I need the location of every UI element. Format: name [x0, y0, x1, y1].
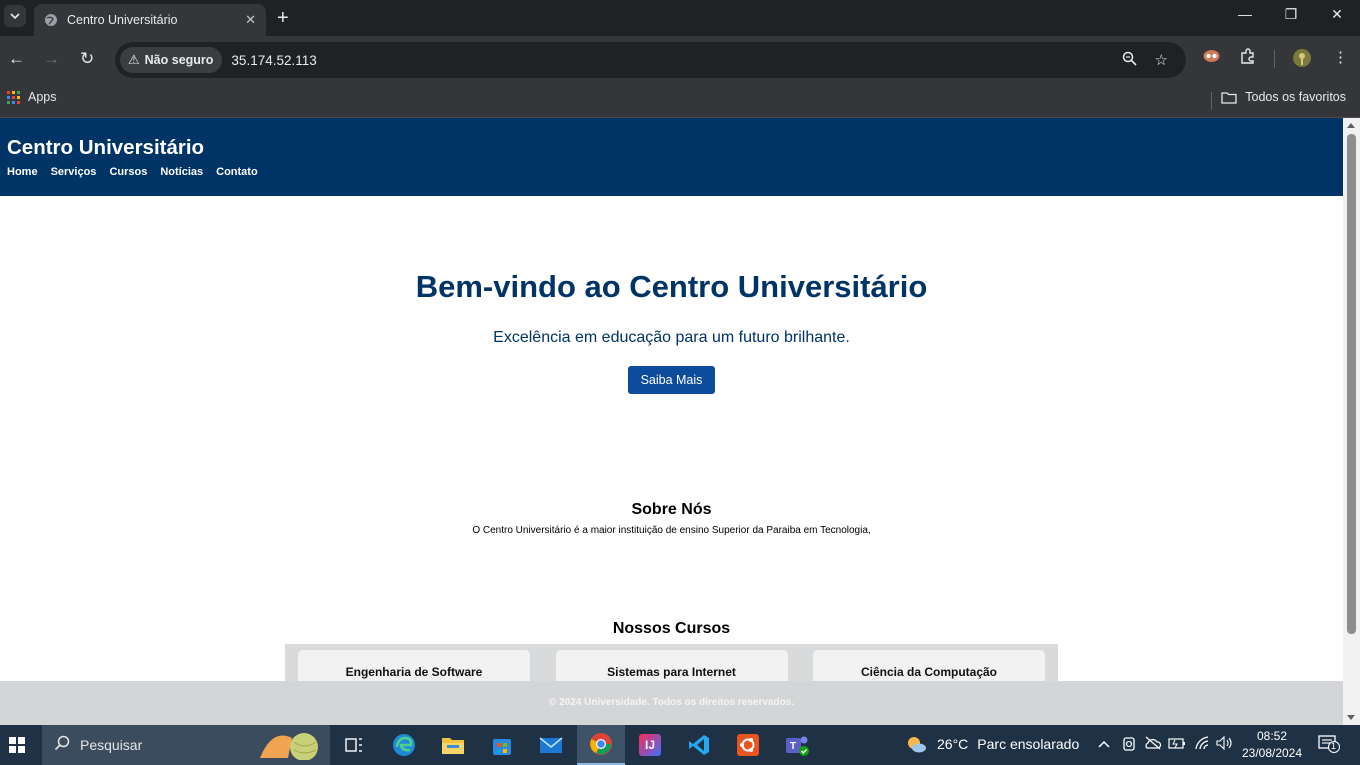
search-icon — [54, 735, 70, 755]
menu-kebab-icon[interactable]: ⋮ — [1333, 48, 1348, 66]
courses-heading: Nossos Cursos — [612, 620, 731, 637]
search-placeholder: Pesquisar — [80, 737, 143, 753]
chrome-icon — [590, 733, 612, 755]
site-header: Centro Universitário Home Serviços Curso… — [0, 118, 1343, 196]
clock-date: 23/08/2024 — [1241, 746, 1303, 760]
clock-time: 08:52 — [1256, 729, 1288, 743]
taskbar-vscode[interactable] — [675, 725, 723, 765]
folder-icon — [1221, 91, 1237, 104]
taskbar-teams[interactable]: T — [773, 725, 821, 765]
about-heading: Sobre Nós — [631, 501, 712, 518]
scroll-up-arrow-icon[interactable] — [1347, 123, 1355, 128]
taskbar-ubuntu[interactable] — [724, 725, 772, 765]
taskbar-file-explorer[interactable] — [429, 725, 477, 765]
taskbar-clock[interactable]: 08:52 23/08/2024 — [1238, 728, 1306, 762]
hero-subtitle: Excelência em educação para um futuro br… — [493, 329, 850, 346]
svg-text:T: T — [790, 741, 796, 752]
folder-icon — [442, 738, 464, 754]
nav-noticias[interactable]: Notícias — [160, 166, 203, 178]
partly-sunny-icon — [908, 737, 926, 753]
notification-icon[interactable]: 1 — [1318, 735, 1340, 757]
browser-tab[interactable]: Centro Universitário ✕ — [34, 4, 266, 36]
bookmarks-bar: Apps Todos os favoritos — [0, 84, 1360, 118]
hero-section: Bem-vindo ao Centro Universitário Excelê… — [0, 196, 1343, 394]
melon-highlight-icon — [260, 733, 318, 760]
taskbar-intellij[interactable]: IJ — [626, 725, 674, 765]
back-icon[interactable]: ← — [8, 49, 25, 69]
close-window-button[interactable]: ✕ — [1327, 6, 1347, 23]
chevron-up-icon[interactable] — [1098, 736, 1110, 751]
bookmarks-divider — [1211, 92, 1212, 110]
site-nav: Home Serviços Cursos Notícias Contato — [7, 166, 1336, 178]
start-button[interactable] — [9, 737, 25, 753]
browser-toolbar: ← → ↻ ⚠ Não seguro 35.174.52.113 ☆ ⋮ — [0, 36, 1360, 84]
forward-icon[interactable]: → — [43, 49, 60, 69]
meet-now-icon[interactable] — [1122, 736, 1136, 755]
task-view-icon — [345, 738, 362, 752]
tab-title: Centro Universitário — [67, 13, 178, 27]
taskbar-store[interactable] — [478, 725, 526, 765]
reload-icon[interactable]: ↻ — [80, 49, 94, 69]
saiba-mais-button[interactable]: Saiba Mais — [627, 366, 716, 394]
taskbar-edge[interactable] — [380, 725, 428, 765]
warning-icon: ⚠ — [128, 52, 140, 67]
avatar[interactable] — [1292, 48, 1312, 72]
taskbar-mail[interactable] — [527, 725, 575, 765]
url-text[interactable]: 35.174.52.113 — [231, 53, 1121, 68]
taskbar-chrome[interactable] — [577, 725, 625, 765]
weather-temp: 26°C — [937, 736, 969, 752]
about-section: Sobre Nós O Centro Universitário é a mai… — [0, 501, 1343, 536]
about-text: O Centro Universitário é a maior institu… — [472, 525, 871, 536]
nav-servicos[interactable]: Serviços — [51, 166, 97, 178]
address-bar[interactable]: ⚠ Não seguro 35.174.52.113 ☆ — [115, 42, 1186, 78]
windows-taskbar: Pesquisar IJ T 26°C Parc ensolarado 08:5… — [0, 725, 1360, 765]
task-view-button[interactable] — [330, 725, 378, 765]
wifi-icon[interactable] — [1194, 736, 1210, 753]
weather-desc: Parc ensolarado — [977, 736, 1080, 752]
all-bookmarks-label: Todos os favoritos — [1245, 90, 1346, 104]
mail-icon — [539, 737, 563, 753]
volume-icon[interactable] — [1216, 735, 1234, 753]
security-label: Não seguro — [144, 53, 214, 67]
zoom-icon[interactable] — [1122, 51, 1137, 70]
globe-icon — [45, 14, 57, 26]
nav-contato[interactable]: Contato — [216, 166, 258, 178]
battery-icon[interactable] — [1168, 736, 1186, 753]
page-viewport: Centro Universitário Home Serviços Curso… — [0, 118, 1343, 725]
vscode-icon — [689, 735, 709, 755]
bookmark-star-icon[interactable]: ☆ — [1155, 51, 1168, 69]
hero-heading: Bem-vindo ao Centro Universitário — [415, 269, 928, 304]
intellij-icon: IJ — [639, 734, 661, 756]
nav-home[interactable]: Home — [7, 166, 38, 178]
notification-count: 1 — [1331, 741, 1337, 751]
onedrive-paused-icon[interactable] — [1144, 736, 1162, 753]
site-footer: © 2024 Universidade. Todos os direitos r… — [0, 681, 1343, 725]
extensions-puzzle-icon[interactable] — [1240, 48, 1256, 68]
page-scrollbar[interactable] — [1343, 118, 1360, 725]
tab-close-icon[interactable]: ✕ — [245, 12, 256, 28]
new-tab-button[interactable]: + — [277, 7, 289, 30]
apps-shortcut[interactable]: Apps — [7, 90, 57, 104]
store-icon — [493, 739, 511, 755]
scroll-thumb[interactable] — [1347, 134, 1356, 634]
toolbar-divider — [1274, 50, 1275, 68]
ubuntu-icon — [737, 734, 759, 756]
tab-search-button[interactable] — [4, 5, 26, 27]
security-chip[interactable]: ⚠ Não seguro — [120, 47, 223, 73]
all-bookmarks-button[interactable]: Todos os favoritos — [1221, 90, 1346, 104]
extension-profile-icon[interactable] — [1203, 48, 1220, 67]
chevron-down-icon — [10, 13, 20, 20]
site-title: Centro Universitário — [7, 136, 205, 159]
restore-button[interactable]: ❐ — [1281, 6, 1301, 23]
apps-grid-icon — [7, 90, 20, 104]
edge-icon — [393, 734, 415, 756]
scroll-down-arrow-icon[interactable] — [1347, 715, 1355, 720]
minimize-button[interactable]: — — [1235, 6, 1255, 22]
weather-widget[interactable]: 26°C Parc ensolarado — [905, 735, 1079, 753]
apps-label: Apps — [28, 90, 57, 104]
teams-icon: T — [786, 736, 809, 756]
nav-cursos[interactable]: Cursos — [109, 166, 147, 178]
tab-strip: Centro Universitário ✕ + — ❐ ✕ — [0, 0, 1360, 36]
